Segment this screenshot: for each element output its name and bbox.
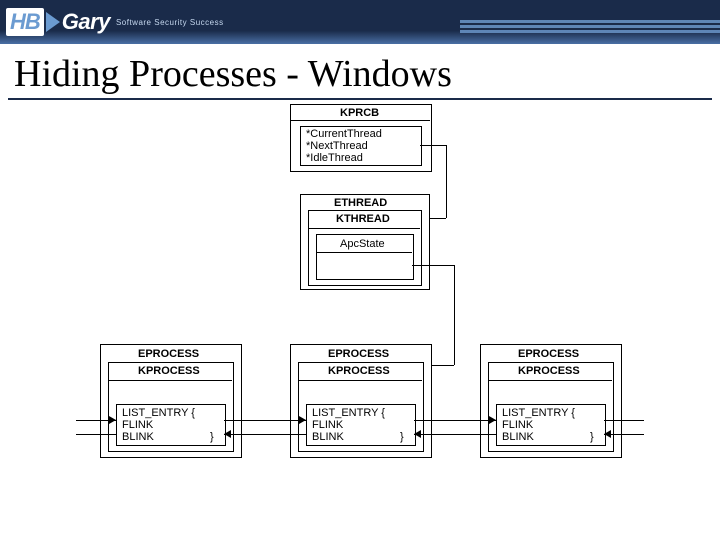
close-3: } [590,431,594,443]
eprocess-title-2: EPROCESS [328,348,389,360]
link12-bot [224,434,306,435]
logo: HB Gary Software Security Success [6,8,224,36]
link12-top [224,420,306,421]
ethread-title: ETHREAD [334,197,387,209]
conn-apc-h [412,265,454,266]
apcstate-sep [316,252,412,253]
kprocess-sep-2 [298,380,422,381]
blink-3: BLINK [502,431,534,443]
link0-arrR-icon [109,416,116,424]
kprocess-title-1: KPROCESS [138,365,200,377]
listentry-open-3: LIST_ENTRY { [502,407,575,419]
link23-top [414,420,496,421]
kprcb-field-1: *NextThread [306,140,368,152]
apcstate-label: ApcState [340,238,385,250]
conn-kprcb-h [420,145,446,146]
kthread-sep [308,228,420,229]
kprocess-title-2: KPROCESS [328,365,390,377]
eprocess-title-1: EPROCESS [138,348,199,360]
link23-bot [414,434,496,435]
link4-arrL-icon [604,430,611,438]
kthread-title: KTHREAD [336,213,390,225]
link12-arrL-icon [224,430,231,438]
blink-1: BLINK [122,431,154,443]
close-1: } [210,431,214,443]
conn-kprcb-v [446,145,447,218]
slide-title: Hiding Processes - Windows [14,52,720,96]
link4-top [604,420,644,421]
diagram-canvas: KPRCB *CurrentThread *NextThread *IdleTh… [0,100,720,540]
logo-arrow-icon [46,12,60,32]
eprocess-title-3: EPROCESS [518,348,579,360]
link12-arrR-icon [299,416,306,424]
logo-gary: Gary [62,9,110,35]
link23-arrR-icon [489,416,496,424]
kprcb-sep [290,120,430,121]
link0-bot [76,434,116,435]
listentry-open-2: LIST_ENTRY { [312,407,385,419]
kprcb-field-0: *CurrentThread [306,128,382,140]
flink-3: FLINK [502,419,533,431]
slide-header: HB Gary Software Security Success [0,0,720,44]
logo-tagline: Software Security Success [116,18,224,27]
listentry-open-1: LIST_ENTRY { [122,407,195,419]
kprocess-title-3: KPROCESS [518,365,580,377]
kprcb-field-2: *IdleThread [306,152,363,164]
header-stripes [460,20,720,35]
link23-arrL-icon [414,430,421,438]
kprocess-sep-3 [488,380,612,381]
flink-1: FLINK [122,419,153,431]
flink-2: FLINK [312,419,343,431]
close-2: } [400,431,404,443]
blink-2: BLINK [312,431,344,443]
kprocess-sep-1 [108,380,232,381]
conn-apc-v [454,265,455,365]
kprcb-title: KPRCB [340,107,379,119]
logo-hb: HB [6,8,44,36]
